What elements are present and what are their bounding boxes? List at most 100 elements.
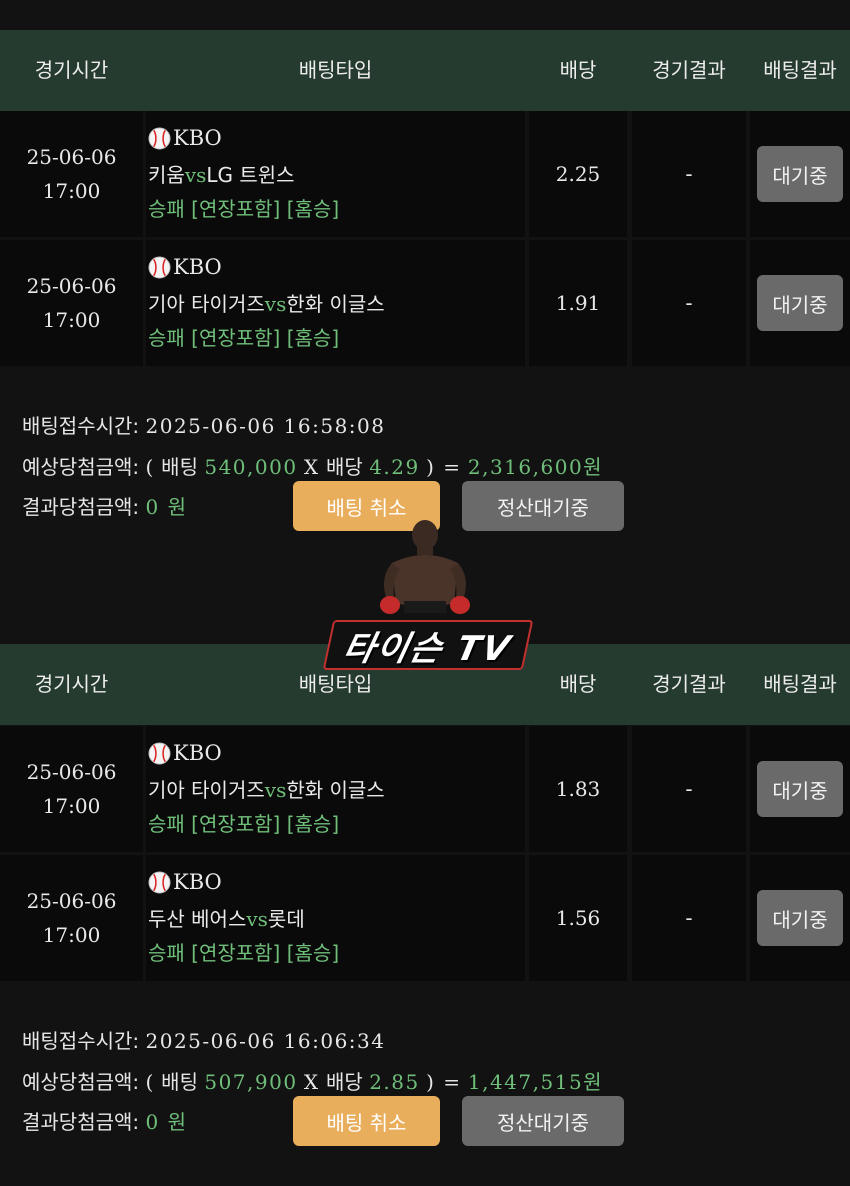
boxer-figure-icon bbox=[380, 520, 470, 614]
league: KBO bbox=[148, 869, 222, 895]
header-bet-result: 배팅결과 bbox=[763, 58, 837, 82]
league-name: KBO bbox=[173, 255, 222, 279]
close-eq: ) = bbox=[426, 1070, 462, 1094]
header-bet-type: 배팅타입 bbox=[298, 58, 373, 82]
watermark-text-box: 타이슨 TV bbox=[322, 620, 534, 670]
vs-label: vs bbox=[246, 907, 268, 931]
expected-win-line: 예상당첨금액: ( 배팅 540,000 X 배당 4.29 ) = 2,316… bbox=[22, 451, 603, 480]
header-game-result: 경기결과 bbox=[652, 672, 726, 696]
game-date: 25-06-06 bbox=[26, 889, 117, 913]
bet-result-cell: 대기중 bbox=[750, 240, 850, 366]
times-sign: X bbox=[303, 455, 320, 479]
bet-pick: 승패 [연장포함] [홈승] bbox=[148, 941, 340, 965]
bet-pick: 승패 [연장포함] [홈승] bbox=[148, 326, 340, 350]
header-odds: 배당 bbox=[559, 672, 597, 696]
away-team: 한화 이글스 bbox=[286, 292, 385, 316]
away-team: LG 트윈스 bbox=[206, 163, 295, 187]
pending-status-button[interactable]: 대기중 bbox=[757, 890, 843, 946]
baseball-icon bbox=[148, 870, 171, 894]
times-sign: X bbox=[303, 1070, 320, 1094]
accept-time-line: 배팅접수시간: 2025-06-06 16:06:34 bbox=[22, 1025, 386, 1054]
game-time-cell: 25-06-06 17:00 bbox=[0, 111, 143, 237]
match-teams: 기아 타이거즈vs한화 이글스 bbox=[148, 774, 385, 803]
game-time-cell: 25-06-06 17:00 bbox=[0, 240, 143, 366]
home-team: 키움 bbox=[148, 163, 185, 187]
bet-type-cell: KBO 키움vsLG 트윈스 승패 [연장포함] [홈승] bbox=[146, 111, 525, 237]
bet-type-cell: KBO 기아 타이거즈vs한화 이글스 승패 [연장포함] [홈승] bbox=[146, 726, 525, 852]
accept-time-value: 2025-06-06 16:58:08 bbox=[145, 414, 386, 438]
league: KBO bbox=[148, 740, 222, 766]
open-paren: ( bbox=[145, 1070, 155, 1094]
table-row: 25-06-06 17:00 KBO 키움vsLG 트윈스 승패 [연장포함] … bbox=[0, 111, 850, 237]
header-time: 경기시간 bbox=[34, 672, 109, 696]
expected-amount: 2,316,600원 bbox=[467, 455, 604, 479]
expected-amount: 1,447,515원 bbox=[467, 1070, 604, 1094]
bet-result-cell: 대기중 bbox=[750, 111, 850, 237]
pending-status-button[interactable]: 대기중 bbox=[757, 146, 843, 202]
close-eq: ) = bbox=[426, 455, 462, 479]
expected-win-label: 예상당첨금액: bbox=[22, 1070, 140, 1094]
game-result-cell: - bbox=[632, 240, 746, 366]
odds-word: 배당 bbox=[326, 455, 363, 479]
header-time: 경기시간 bbox=[34, 58, 109, 82]
win-amount-line: 결과당첨금액: 0 원 bbox=[22, 1106, 187, 1135]
odds-cell: 1.56 bbox=[529, 855, 627, 981]
game-time: 17:00 bbox=[42, 179, 101, 203]
accept-time-value: 2025-06-06 16:06:34 bbox=[145, 1029, 386, 1053]
vs-label: vs bbox=[264, 778, 287, 802]
odds-cell: 2.25 bbox=[529, 111, 627, 237]
game-result-cell: - bbox=[632, 855, 746, 981]
game-date: 25-06-06 bbox=[26, 760, 117, 784]
header-game-result: 경기결과 bbox=[652, 58, 726, 82]
accept-time-label: 배팅접수시간: bbox=[22, 414, 140, 438]
win-amount-label: 결과당첨금액: bbox=[22, 495, 140, 519]
odds-cell: 1.83 bbox=[529, 726, 627, 852]
win-amount-value: 0 원 bbox=[145, 1110, 188, 1134]
game-time: 17:00 bbox=[42, 794, 101, 818]
bet-pick: 승패 [연장포함] [홈승] bbox=[148, 197, 340, 221]
pending-status-button[interactable]: 대기중 bbox=[757, 275, 843, 331]
total-odds: 4.29 bbox=[369, 455, 420, 479]
pending-status-button[interactable]: 대기중 bbox=[757, 761, 843, 817]
accept-time-label: 배팅접수시간: bbox=[22, 1029, 140, 1053]
game-time-cell: 25-06-06 17:00 bbox=[0, 855, 143, 981]
vs-label: vs bbox=[264, 292, 287, 316]
table-row: 25-06-06 17:00 KBO 기아 타이거즈vs한화 이글스 승패 [연… bbox=[0, 240, 850, 366]
bet-word: 배팅 bbox=[161, 1070, 198, 1094]
league: KBO bbox=[148, 125, 222, 151]
game-time: 17:00 bbox=[42, 308, 101, 332]
win-amount-label: 결과당첨금액: bbox=[22, 1110, 140, 1134]
away-team: 롯데 bbox=[267, 907, 305, 931]
baseball-icon bbox=[148, 126, 171, 150]
table-row: 25-06-06 17:00 KBO 두산 베어스vs롯데 승패 [연장포함] … bbox=[0, 855, 850, 981]
win-amount-value: 0 원 bbox=[145, 495, 188, 519]
game-result-cell: - bbox=[632, 111, 746, 237]
match-teams: 키움vsLG 트윈스 bbox=[148, 159, 295, 188]
game-time: 17:00 bbox=[42, 923, 101, 947]
table-header: 경기시간 배팅타입 배당 경기결과 배팅결과 bbox=[0, 30, 850, 111]
bet-type-cell: KBO 두산 베어스vs롯데 승패 [연장포함] [홈승] bbox=[146, 855, 525, 981]
settlement-pending-button[interactable]: 정산대기중 bbox=[462, 1096, 624, 1146]
vs-label: vs bbox=[184, 163, 207, 187]
match-teams: 기아 타이거즈vs한화 이글스 bbox=[148, 288, 385, 317]
game-result-cell: - bbox=[632, 726, 746, 852]
game-time-cell: 25-06-06 17:00 bbox=[0, 726, 143, 852]
cancel-bet-button[interactable]: 배팅 취소 bbox=[293, 1096, 440, 1146]
accept-time-line: 배팅접수시간: 2025-06-06 16:58:08 bbox=[22, 410, 386, 439]
watermark-logo: 타이슨 TV bbox=[320, 515, 534, 675]
header-odds: 배당 bbox=[559, 58, 597, 82]
away-team: 한화 이글스 bbox=[286, 778, 385, 802]
bet-result-cell: 대기중 bbox=[750, 726, 850, 852]
header-bet-result: 배팅결과 bbox=[763, 672, 837, 696]
watermark-text: 타이슨 TV bbox=[339, 628, 516, 669]
game-date: 25-06-06 bbox=[26, 274, 117, 298]
league-name: KBO bbox=[173, 741, 222, 765]
home-team: 두산 베어스 bbox=[148, 907, 247, 931]
home-team: 기아 타이거즈 bbox=[148, 778, 265, 802]
match-teams: 두산 베어스vs롯데 bbox=[148, 903, 305, 932]
baseball-icon bbox=[148, 255, 171, 279]
bet-pick: 승패 [연장포함] [홈승] bbox=[148, 812, 340, 836]
bet-word: 배팅 bbox=[161, 455, 198, 479]
expected-win-line: 예상당첨금액: ( 배팅 507,900 X 배당 2.85 ) = 1,447… bbox=[22, 1066, 603, 1095]
home-team: 기아 타이거즈 bbox=[148, 292, 265, 316]
